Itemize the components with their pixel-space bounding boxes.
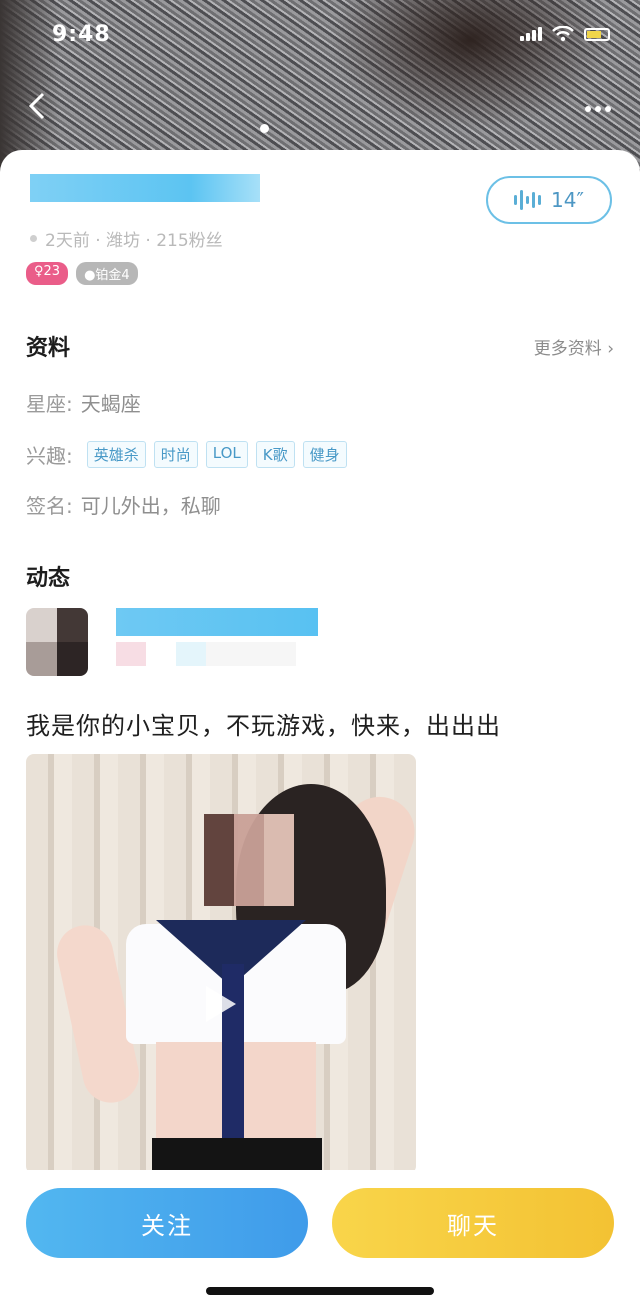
signature-label: 签名: [26,494,73,518]
status-icons [520,26,610,42]
follow-button[interactable]: 关注 [26,1188,308,1258]
play-icon [206,986,236,1022]
post-text: 我是你的小宝贝，不玩游戏，快来，出出出 [26,712,501,740]
sound-wave-icon [514,190,542,210]
feed-section-title: 动态 [26,566,71,591]
profile-badges: ♀23 ●铂金4 [26,262,138,285]
interest-tags: 英雄杀 时尚 LOL K歌 健身 [86,441,347,468]
signature-row: 签名: 可儿外出，私聊 [26,490,221,519]
profile-card: 14″ 2天前 · 潍坊 · 215粉丝 ♀23 ●铂金4 资料 更多资料 › … [0,150,640,1307]
redacted-post-meta [116,642,296,666]
interest-tag[interactable]: K歌 [255,441,295,468]
chevron-left-icon [28,92,45,120]
pixelated-face [204,814,294,906]
photo-page-indicator [260,124,269,133]
post-author-avatar[interactable] [26,608,88,676]
profile-meta: 2天前 · 潍坊 · 215粉丝 [30,226,223,251]
interests-row: 兴趣: 英雄杀 时尚 LOL K歌 健身 [26,440,347,469]
more-info-link[interactable]: 更多资料 › [534,334,614,359]
voice-intro-button[interactable]: 14″ [486,176,612,224]
wifi-icon [552,26,574,42]
interest-tag[interactable]: 时尚 [153,441,198,468]
more-button[interactable] [584,90,612,120]
redacted-username [30,174,260,202]
status-time: 9:48 [52,22,111,47]
interest-tag[interactable]: LOL [205,441,248,468]
voice-duration: 14″ [551,188,584,212]
post-video-thumbnail[interactable] [26,754,416,1174]
interests-label: 兴趣: [26,444,73,468]
age-badge: ♀23 [26,262,69,285]
interest-tag[interactable]: 英雄杀 [86,441,146,468]
signature-value: 可儿外出，私聊 [80,494,221,518]
more-dots-icon [585,106,611,112]
signal-icon [520,27,542,41]
photo-shape [152,1138,322,1174]
back-button[interactable] [28,92,46,126]
interest-tag[interactable]: 健身 [302,441,347,468]
zodiac-row: 星座: 天蝎座 [26,388,141,417]
chat-button[interactable]: 聊天 [332,1188,614,1258]
info-section-title: 资料 [26,336,71,361]
home-indicator[interactable] [206,1287,434,1295]
battery-icon [584,27,610,41]
profile-meta-text: 2天前 · 潍坊 · 215粉丝 [45,231,223,251]
level-badge: ●铂金4 [76,262,138,285]
redacted-post-author [116,608,318,636]
profile-cover-photo[interactable]: 9:48 [0,0,640,175]
zodiac-value: 天蝎座 [80,392,141,416]
zodiac-label: 星座: [26,392,73,416]
online-dot-icon [30,235,37,242]
